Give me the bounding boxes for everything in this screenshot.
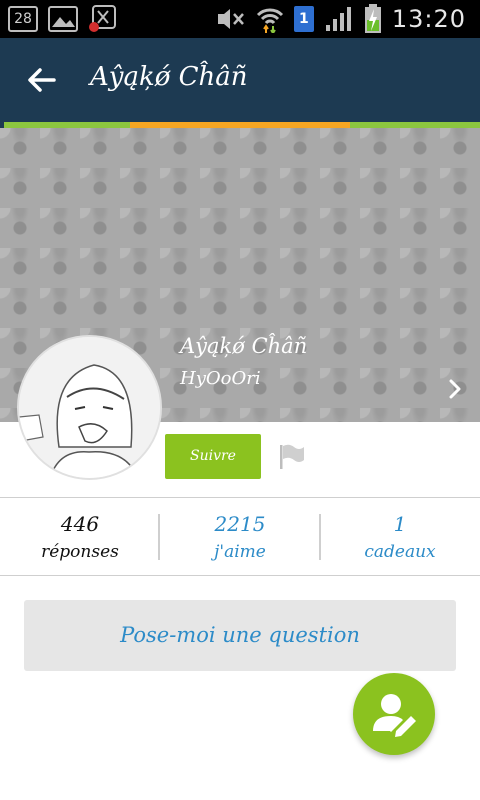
chevron-right-icon[interactable]	[444, 378, 466, 400]
status-bar-left: 28	[8, 5, 118, 33]
ask-question-button[interactable]: Pose-moi une question	[24, 600, 456, 671]
profile-name: Aŷąķǿ Cĥâñ	[180, 334, 308, 358]
status-bar-right: 1 13:20	[216, 4, 466, 34]
app-notification-icon	[89, 5, 116, 32]
wifi-icon	[256, 8, 283, 33]
stat-label: j'aime	[214, 542, 266, 562]
status-bar: 28 1 13:20	[0, 0, 480, 38]
stat-value: 1	[393, 512, 407, 536]
arrow-left-icon[interactable]	[24, 62, 60, 98]
divider	[0, 575, 480, 576]
stat-likes[interactable]: 2215 j'aime	[160, 508, 320, 572]
app-toolbar: Aŷąķǿ Cĥâñ	[0, 38, 480, 122]
stat-gifts[interactable]: 1 cadeaux	[320, 508, 480, 572]
stat-value: 446	[60, 512, 100, 536]
avatar[interactable]	[17, 335, 162, 480]
stat-label: réponses	[41, 542, 119, 562]
ask-question-label: Pose-moi une question	[120, 623, 360, 647]
edit-user-icon	[373, 694, 416, 737]
compose-fab[interactable]	[353, 673, 435, 755]
stat-answers[interactable]: 446 réponses	[0, 508, 160, 572]
follow-button[interactable]: Suivre	[165, 434, 261, 479]
signal-icon	[325, 7, 351, 31]
stat-label: cadeaux	[364, 542, 436, 562]
stat-value: 2215	[214, 512, 266, 536]
gallery-icon	[48, 6, 78, 32]
flag-icon[interactable]	[278, 443, 306, 471]
mute-icon	[217, 9, 244, 29]
clock: 13:20	[391, 5, 466, 33]
avatar-drawing	[19, 337, 160, 478]
battery-charging-icon	[364, 4, 381, 33]
divider	[0, 497, 480, 498]
sim-icon: 1	[293, 6, 314, 32]
notification-count-icon: 28	[8, 6, 38, 32]
profile-handle: HyOoOri	[180, 368, 261, 389]
toolbar-title: Aŷąķǿ Cĥâñ	[90, 62, 248, 92]
